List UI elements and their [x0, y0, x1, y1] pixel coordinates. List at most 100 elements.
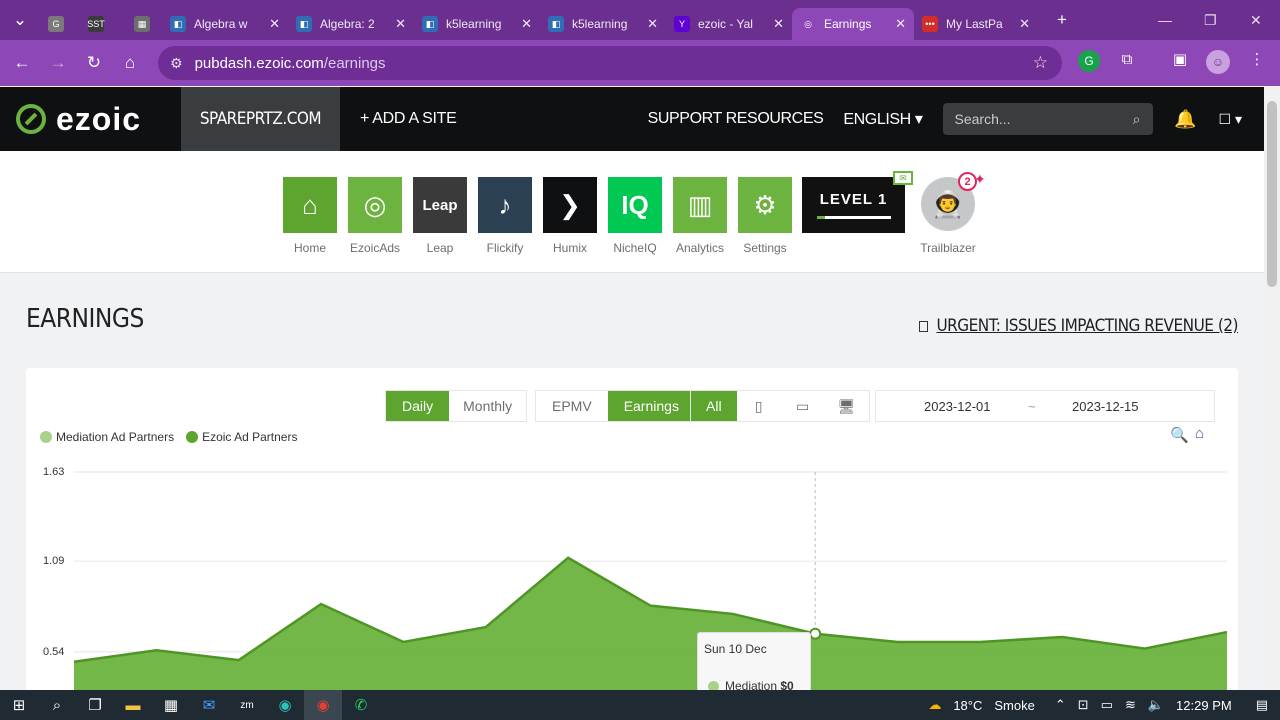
wifi-icon[interactable]: ≋ — [1125, 697, 1136, 713]
app-leap[interactable]: Leap Leap — [412, 177, 468, 255]
browser-tab[interactable]: Yezoic - Yal ✕ — [666, 8, 792, 40]
app-analytics[interactable]: ▥ Analytics — [672, 177, 728, 255]
mail-icon[interactable]: ✉ — [190, 690, 228, 720]
notification-icon[interactable]: ▤ — [1256, 697, 1268, 713]
task-view-icon[interactable]: ❐ — [76, 690, 114, 720]
store-icon[interactable]: ▦ — [152, 690, 190, 720]
tab-close-icon[interactable]: ✕ — [1019, 16, 1030, 32]
add-site-link[interactable]: + ADD A SITE — [360, 110, 457, 128]
browser-tab[interactable]: ••• My LastPa ✕ — [914, 8, 1038, 40]
whatsapp-icon[interactable]: ✆ — [342, 690, 380, 720]
menu-kebab-icon[interactable]: ⋮ — [1244, 46, 1270, 72]
app-nicheiq[interactable]: IQ NicheIQ — [607, 177, 663, 255]
file-explorer-icon[interactable]: ▬ — [114, 690, 152, 720]
minimize-button[interactable]: — — [1158, 0, 1172, 40]
reload-button[interactable]: ↻ — [76, 45, 112, 81]
mobile-icon: ▯ — [754, 397, 763, 414]
edge-icon[interactable]: ◉ — [266, 690, 304, 720]
address-bar[interactable]: ⚙ pubdash.ezoic.com/earnings ☆ — [158, 46, 1062, 80]
zoom-app-icon[interactable]: zm — [228, 690, 266, 720]
close-window-button[interactable]: ✕ — [1250, 0, 1262, 40]
account-menu[interactable]: ☐ ▾ — [1219, 111, 1242, 128]
new-tab-button[interactable]: + — [1044, 2, 1080, 38]
scrollbar-thumb[interactable] — [1267, 101, 1277, 287]
browser-tab[interactable]: ◧ k5learning ✕ — [414, 8, 540, 40]
language-dropdown[interactable]: ENGLISH ▾ — [843, 109, 923, 129]
tab-close-icon[interactable]: ✕ — [647, 16, 658, 32]
browser-tab[interactable]: ▦ — [126, 8, 162, 40]
language-label: ENGLISH — [843, 111, 911, 128]
logo-text: ezoic — [56, 100, 142, 137]
tab-close-icon[interactable]: ✕ — [895, 16, 906, 32]
browser-tab[interactable]: G — [40, 8, 80, 40]
app-ezoicads[interactable]: ◎ EzoicAds — [347, 177, 403, 255]
analytics-icon: ▥ — [673, 177, 727, 233]
browser-tab[interactable]: ◧ k5learning ✕ — [540, 8, 666, 40]
tab-close-icon[interactable]: ✕ — [269, 16, 280, 32]
windows-start-icon[interactable]: ⊞ — [0, 690, 38, 720]
trailblazer-app[interactable]: 👨‍🚀 2 ✦ Trailblazer — [918, 171, 986, 255]
browser-tab[interactable]: ◧ Algebra: 2 ✕ — [288, 8, 414, 40]
monthly-button[interactable]: Monthly — [449, 391, 526, 421]
tab-search-button[interactable]: ⌄ — [0, 2, 40, 38]
home-button[interactable]: ⌂ — [112, 45, 148, 81]
zoom-icon[interactable]: 🔍 — [1170, 426, 1189, 444]
chevron-up-icon[interactable]: ⌃ — [1055, 697, 1066, 713]
extensions-icon[interactable]: ⧉ — [1114, 46, 1140, 72]
browser-tab[interactable]: ◧ Algebra w ✕ — [162, 8, 288, 40]
support-resources-link[interactable]: SUPPORT RESOURCES — [648, 110, 824, 128]
mail-icon[interactable]: ✉ — [893, 171, 913, 185]
desktop-device-button[interactable]: 🖥 — [825, 391, 869, 421]
page-scrollbar[interactable] — [1264, 87, 1280, 690]
meet-icon[interactable]: ⊡ — [1078, 697, 1089, 713]
app-flickify[interactable]: ♪ Flickify — [477, 177, 533, 255]
search-icon[interactable]: ⌕ — [38, 690, 76, 720]
browser-tab[interactable]: ◎ Earnings ✕ — [792, 8, 914, 40]
app-settings[interactable]: ⚙ Settings — [737, 177, 793, 255]
forward-button[interactable]: → — [40, 45, 76, 81]
app-humix[interactable]: ❯ Humix — [542, 177, 598, 255]
site-info-icon[interactable]: ⚙ — [170, 55, 183, 72]
daily-button[interactable]: Daily — [386, 391, 450, 421]
ezoic-series-area — [74, 557, 1227, 698]
tab-close-icon[interactable]: ✕ — [395, 16, 406, 32]
bookmark-star-icon[interactable]: ☆ — [1033, 53, 1048, 73]
urgent-issues-link[interactable]: URGENT: ISSUES IMPACTING REVENUE (2) — [919, 316, 1238, 336]
ezoic-logo[interactable]: ezoic — [0, 87, 181, 151]
profile-avatar[interactable]: ☺ — [1206, 50, 1230, 74]
reset-zoom-home-icon[interactable]: ⌂ — [1195, 425, 1204, 442]
site-selector[interactable]: SPAREPRTZ.COM — [181, 87, 340, 151]
search-input[interactable]: Search... ⌕ — [942, 103, 1153, 135]
tab-favicon-icon: Y — [674, 16, 690, 32]
data-point[interactable] — [809, 627, 822, 640]
mobile-device-button[interactable]: ▯ — [737, 391, 781, 421]
app-home[interactable]: ⌂ Home — [282, 177, 338, 255]
reload-icon: ↻ — [86, 53, 102, 72]
tab-close-icon[interactable]: ✕ — [521, 16, 532, 32]
grammarly-icon[interactable]: G — [1078, 50, 1100, 72]
restore-button[interactable]: ❐ — [1204, 0, 1217, 40]
chrome-icon[interactable]: ◉ — [304, 690, 342, 720]
battery-icon[interactable]: ▭ — [1101, 697, 1113, 713]
tab-title: ezoic - Yal — [698, 17, 753, 31]
date-range-picker[interactable]: 2023-12-01 ~ 2023-12-15 — [875, 390, 1215, 422]
legend-item[interactable]: Ezoic Ad Partners — [186, 430, 297, 444]
epmv-button[interactable]: EPMV — [536, 391, 608, 421]
level-badge[interactable]: LEVEL 1 — [802, 177, 905, 233]
tab-favicon-icon: ◎ — [800, 16, 816, 32]
back-button[interactable]: ← — [4, 45, 40, 81]
tab-title: k5learning — [446, 17, 502, 31]
browser-tab[interactable]: SST — [80, 8, 126, 40]
tab-favicon-icon: ••• — [922, 16, 938, 32]
tab-close-icon[interactable]: ✕ — [773, 16, 784, 32]
temperature: 18°C — [953, 697, 983, 713]
all-devices-button[interactable]: All — [691, 391, 737, 421]
earnings-button[interactable]: Earnings — [607, 391, 695, 421]
volume-icon[interactable]: 🔈 — [1148, 697, 1164, 713]
legend-item[interactable]: Mediation Ad Partners — [40, 430, 174, 444]
side-panel-icon[interactable]: ▣ — [1167, 46, 1193, 72]
clock-time[interactable]: 12:29 PM — [1176, 698, 1232, 713]
leap-icon: Leap — [413, 177, 467, 233]
bell-icon[interactable]: 🔔 — [1174, 108, 1196, 130]
tablet-device-button[interactable]: ▭ — [781, 391, 825, 421]
